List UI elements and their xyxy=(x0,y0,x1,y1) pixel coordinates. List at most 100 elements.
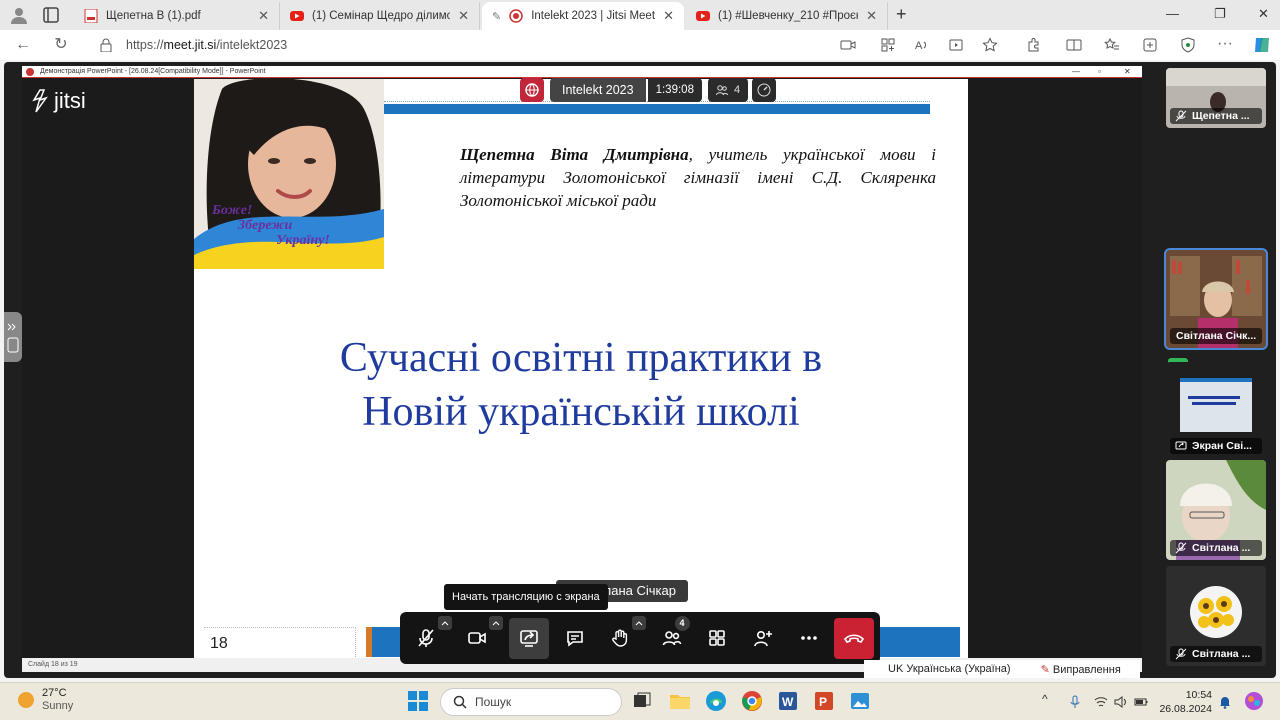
camera-permission-icon[interactable] xyxy=(840,37,856,53)
participant-name: Світлана Січк... xyxy=(1176,330,1257,342)
participant-tile[interactable]: Щепетна ... xyxy=(1166,68,1266,128)
chevron-up-icon[interactable] xyxy=(437,615,452,630)
address-bar: ← ↻ https://meet.jit.si/intelekt2023 A ·… xyxy=(0,30,1280,60)
tile-view-button[interactable] xyxy=(698,618,738,659)
photos-icon[interactable] xyxy=(848,689,872,713)
file-explorer-icon[interactable] xyxy=(668,689,692,713)
close-window-button[interactable]: ✕ xyxy=(1258,6,1269,22)
chevron-up-icon[interactable] xyxy=(631,615,646,630)
spelling-fix[interactable]: ✎ Виправлення xyxy=(1041,663,1121,676)
mic-muted-icon xyxy=(418,629,434,647)
powerpoint-icon[interactable]: P xyxy=(812,689,836,713)
copilot-icon[interactable] xyxy=(1252,35,1272,55)
close-icon[interactable]: ✕ xyxy=(258,8,269,24)
powerpoint-title: Демонстрація PowerPoint - [26.08.24[Comp… xyxy=(40,68,266,75)
tab-pdf[interactable]: Щепетна В (1).pdf ✕ xyxy=(74,2,280,30)
system-clock[interactable]: 10:54 26.08.2024 xyxy=(1158,688,1212,716)
collections-icon[interactable] xyxy=(1142,37,1158,53)
microphone-button[interactable] xyxy=(406,615,452,659)
start-icon[interactable] xyxy=(406,689,430,713)
participant-count[interactable]: 4 xyxy=(707,78,749,102)
search-icon xyxy=(453,695,467,709)
mic-muted-icon xyxy=(1175,110,1187,122)
task-view-icon[interactable] xyxy=(630,689,654,713)
notification-bell-icon[interactable] xyxy=(1218,695,1232,709)
performance-icon[interactable] xyxy=(752,78,777,102)
favorite-star-icon[interactable] xyxy=(982,37,998,53)
taskbar-search[interactable]: Пошук xyxy=(440,688,622,716)
participant-name: Щепетна ... xyxy=(1192,110,1250,122)
participant-tile-active[interactable]: Світлана Січк... xyxy=(1164,248,1268,350)
read-aloud-icon[interactable]: A xyxy=(914,37,930,53)
ppt-restore-button[interactable]: ▫ xyxy=(1098,67,1101,76)
url-field[interactable]: https://meet.jit.si/intelekt2023 xyxy=(88,33,1008,57)
ppt-minimize-button[interactable]: — xyxy=(1072,67,1080,76)
recording-icon[interactable] xyxy=(520,78,544,102)
chevron-up-icon[interactable]: ^ xyxy=(1042,692,1056,706)
side-panel-handle[interactable] xyxy=(4,312,22,362)
edge-icon[interactable] xyxy=(704,689,728,713)
favorites-icon[interactable] xyxy=(1104,37,1120,53)
extensions-icon[interactable] xyxy=(1026,37,1042,53)
lock-icon[interactable] xyxy=(100,38,112,52)
volume-icon[interactable] xyxy=(1114,695,1128,709)
author-name: Щепетна Віта Дмитрівна xyxy=(460,145,689,164)
new-tab-button[interactable]: + xyxy=(896,4,907,25)
screen-share-tile[interactable]: Экран Сві... xyxy=(1166,362,1266,458)
camera-icon xyxy=(468,632,487,644)
screen-share-button[interactable] xyxy=(509,617,549,659)
participants-button[interactable]: 4 xyxy=(652,615,692,659)
wifi-icon[interactable] xyxy=(1094,695,1108,709)
slide-counter: Слайд 18 из 19 xyxy=(28,661,78,668)
immersive-reader-icon[interactable] xyxy=(948,37,964,53)
chat-button[interactable] xyxy=(555,618,595,659)
more-actions-button[interactable] xyxy=(789,618,829,659)
invite-button[interactable] xyxy=(743,618,783,659)
hangup-button[interactable] xyxy=(834,617,874,659)
clock-date: 26.08.2024 xyxy=(1159,703,1212,715)
apps-icon[interactable] xyxy=(880,37,896,53)
jitsi-meeting-area: Демонстрація PowerPoint - [26.08.24[Comp… xyxy=(4,62,1276,678)
weather-widget[interactable]: 27°C Sunny xyxy=(18,687,73,713)
back-icon[interactable]: ← xyxy=(14,36,32,54)
jitsi-logo-text: jitsi xyxy=(54,88,86,113)
screen-share-icon xyxy=(1175,441,1187,450)
more-options-icon[interactable]: ··· xyxy=(1216,35,1234,53)
svg-text:P: P xyxy=(819,695,827,709)
pdf-icon xyxy=(84,9,98,23)
vpn-shield-icon[interactable] xyxy=(1180,37,1196,53)
profile-icon[interactable] xyxy=(10,6,28,24)
battery-icon[interactable] xyxy=(1134,695,1148,709)
tab-title: (1) Семінар Щедро ділимось до xyxy=(312,10,451,22)
minimize-button[interactable]: — xyxy=(1166,6,1179,21)
author-info: Щепетна Віта Дмитрівна, учитель українсь… xyxy=(460,143,936,212)
raise-hand-button[interactable] xyxy=(600,615,646,659)
svg-text:W: W xyxy=(782,695,794,709)
tab-youtube-shevchenko[interactable]: (1) #Шевченку_210 #Проєкт_9_ ✕ xyxy=(686,2,888,30)
participant-count-value: 4 xyxy=(733,84,741,96)
language-indicator[interactable]: UK Українська (Україна) xyxy=(888,663,1011,675)
split-screen-icon[interactable] xyxy=(1066,37,1082,53)
youtube-icon xyxy=(290,11,304,21)
participants-icon xyxy=(662,631,682,646)
restore-button[interactable]: ❐ xyxy=(1214,6,1226,22)
chevron-up-icon[interactable] xyxy=(489,615,504,630)
participant-tile[interactable]: Світлана ... xyxy=(1166,460,1266,560)
tab-jitsi[interactable]: ✎ Intelekt 2023 | Jitsi Meet ✕ xyxy=(482,2,684,30)
copilot-icon[interactable] xyxy=(1244,691,1264,711)
camera-button[interactable] xyxy=(458,615,504,659)
close-icon[interactable]: ✕ xyxy=(866,8,877,24)
reload-icon[interactable]: ↻ xyxy=(52,36,70,54)
participant-tile[interactable]: Світлана ... xyxy=(1166,566,1266,666)
ppt-close-button[interactable]: ✕ xyxy=(1124,67,1131,76)
powerpoint-icon xyxy=(26,68,34,76)
tooltip: Начать трансляцию с экрана xyxy=(444,584,608,610)
chrome-icon[interactable] xyxy=(740,689,764,713)
microphone-icon[interactable] xyxy=(1068,695,1082,709)
tab-youtube-seminar[interactable]: (1) Семінар Щедро ділимось до ✕ xyxy=(280,2,480,30)
slide-title: Сучасні освітні практики в Новій українс… xyxy=(339,335,823,435)
word-icon[interactable]: W xyxy=(776,689,800,713)
close-icon[interactable]: ✕ xyxy=(663,8,674,24)
close-icon[interactable]: ✕ xyxy=(458,8,469,24)
tab-actions-icon[interactable] xyxy=(42,6,60,24)
